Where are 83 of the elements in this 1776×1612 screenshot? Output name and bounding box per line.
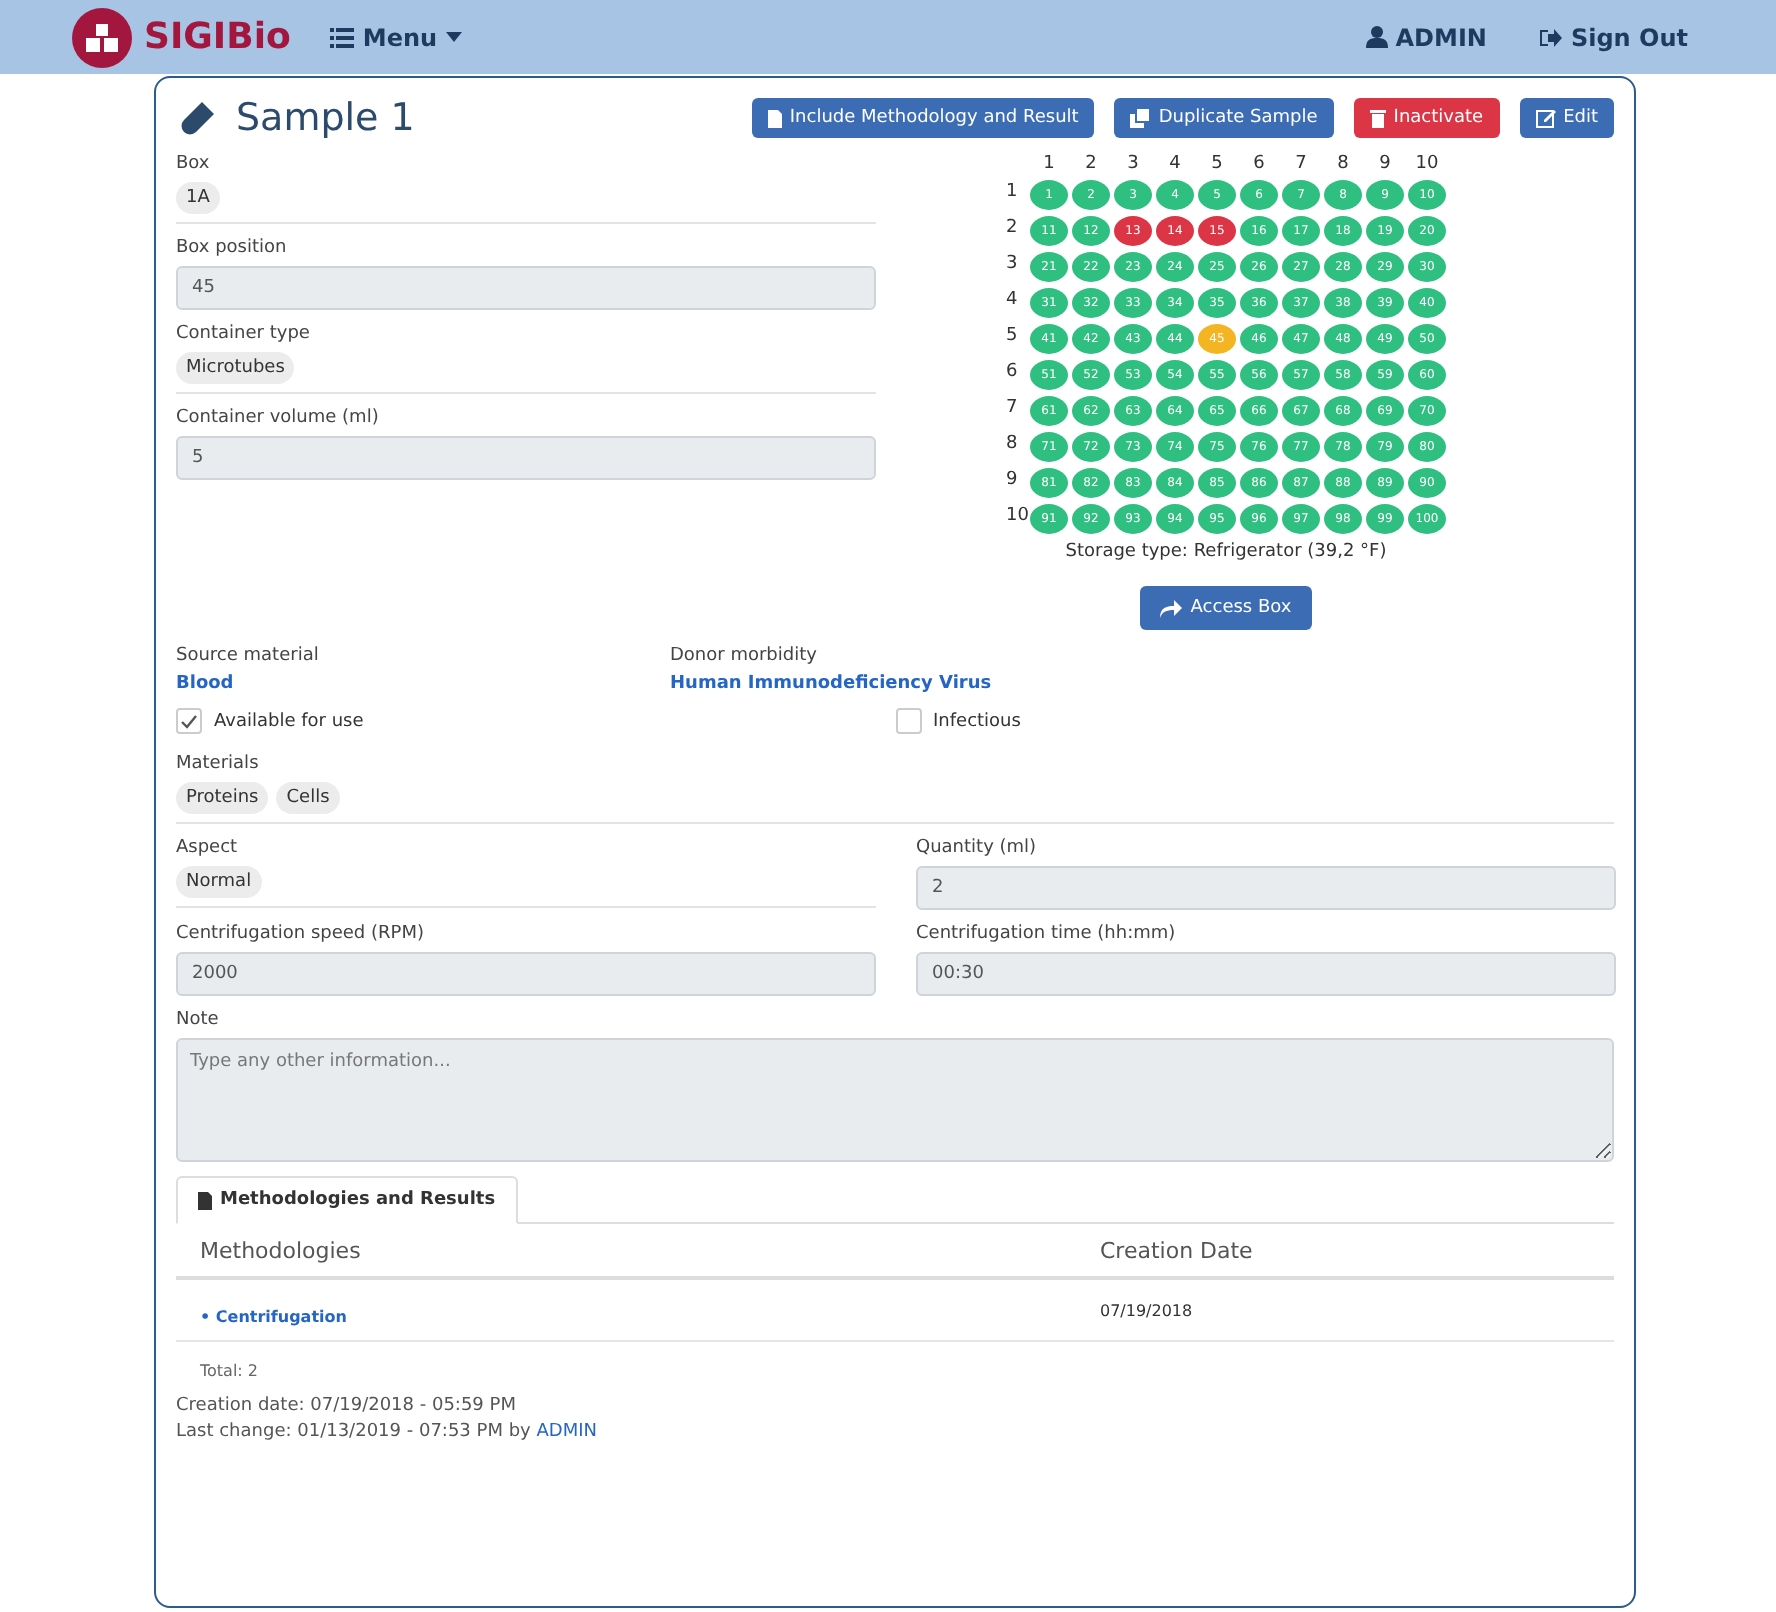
field-label: Centrifugation time (hh:mm): [916, 924, 1178, 944]
field-label: Source material: [176, 646, 321, 666]
row-number: 10: [1006, 504, 1026, 530]
column-number: 3: [1125, 154, 1141, 174]
access-box-button[interactable]: Access Box: [1140, 586, 1312, 630]
column-number: 8: [1335, 154, 1351, 174]
column-number: 10: [1413, 154, 1441, 174]
action-button[interactable]: Include Methodology and Result: [751, 98, 1095, 138]
action-button[interactable]: Duplicate Sample: [1114, 98, 1334, 138]
document-icon: [198, 1191, 212, 1209]
row-number: 8: [1006, 432, 1020, 458]
field-label: Note: [176, 1010, 221, 1030]
field-label: Centrifugation speed (RPM): [176, 924, 426, 944]
field-label: Box: [176, 154, 212, 174]
field-label: Quantity (ml): [916, 838, 1039, 858]
row-number: 2: [1006, 216, 1020, 242]
row-number: 9: [1006, 468, 1020, 494]
user-menu[interactable]: ADMIN: [1357, 19, 1495, 55]
share-arrow-icon: [1160, 599, 1183, 617]
row-number: 7: [1006, 396, 1020, 422]
checkbox-label: Infectious: [933, 711, 1021, 731]
readonly-field[interactable]: 2: [916, 866, 1616, 910]
methodology-link[interactable]: • Centrifugation: [200, 1307, 347, 1325]
action-button[interactable]: Inactivate: [1353, 98, 1500, 138]
test-tube-icon: [176, 100, 216, 136]
check-icon: [180, 713, 198, 729]
last-change: Last change: 01/13/2019 - 07:53 PM by: [176, 1422, 531, 1442]
field-label: Materials: [176, 754, 261, 774]
note-field[interactable]: Type any other information...: [176, 1038, 1614, 1162]
row-number: 1: [1006, 180, 1020, 206]
creation-date: Creation date: 07/19/2018 - 05:59 PM: [176, 1396, 518, 1416]
field-label: Aspect: [176, 838, 240, 858]
field-value: 1A: [176, 182, 220, 214]
readonly-field[interactable]: 2000: [176, 952, 876, 996]
action-button[interactable]: Edit: [1519, 98, 1614, 138]
column-header: Creation Date: [1100, 1237, 1253, 1263]
field-value: Microtubes: [176, 352, 295, 384]
user-link[interactable]: ADMIN: [536, 1422, 597, 1442]
copy-icon: [1130, 108, 1151, 128]
brand-name[interactable]: SIGIBio: [144, 16, 291, 58]
tab[interactable]: Methodologies and Results: [176, 1176, 518, 1224]
edit-icon: [1535, 108, 1556, 128]
column-number: 4: [1167, 154, 1183, 174]
column-number: 7: [1293, 154, 1309, 174]
readonly-field[interactable]: 00:30: [916, 952, 1616, 996]
sign-out-button[interactable]: Sign Out: [1530, 19, 1696, 55]
field-label: Box position: [176, 238, 289, 258]
row-number: 3: [1006, 252, 1020, 278]
material-tag: Cells: [276, 782, 340, 814]
column-number: 5: [1209, 154, 1225, 174]
checkbox-label: Available for use: [214, 711, 364, 731]
blocks-icon: [86, 23, 118, 51]
column-header: Methodologies: [200, 1237, 363, 1263]
page-title: Sample 1: [236, 96, 415, 140]
menu-button[interactable]: Menu: [322, 19, 470, 55]
row-number: 6: [1006, 360, 1020, 386]
sign-out-icon: [1538, 27, 1563, 47]
checkbox[interactable]: [176, 708, 202, 734]
field-label: Container type: [176, 324, 312, 344]
morbidity-link[interactable]: Human Immunodeficiency Virus: [670, 674, 1164, 694]
field-label: Container volume (ml): [176, 408, 381, 428]
readonly-field[interactable]: 45: [176, 266, 876, 310]
trash-icon: [1369, 108, 1386, 128]
checkbox[interactable]: [895, 708, 921, 734]
readonly-field[interactable]: 5: [176, 436, 876, 480]
field-label: Donor morbidity: [670, 646, 819, 666]
row-number: 5: [1006, 324, 1020, 350]
logo-icon[interactable]: [72, 7, 132, 67]
list-icon: [330, 27, 355, 47]
table-cell: 07/19/2018: [1100, 1301, 1193, 1319]
source-link[interactable]: Blood: [176, 674, 670, 694]
row-number: 4: [1006, 288, 1020, 314]
document-icon: [767, 109, 782, 127]
column-number: 2: [1083, 154, 1099, 174]
storage-type: Storage type: Refrigerator (39,2 °F): [1065, 542, 1387, 562]
field-value: Normal: [176, 866, 262, 898]
caret-icon: [445, 32, 462, 42]
column-number: 9: [1377, 154, 1393, 174]
total-count: Total: 2: [198, 1360, 261, 1384]
column-number: 1: [1041, 154, 1057, 174]
user-icon: [1365, 26, 1388, 48]
column-number: 6: [1251, 154, 1267, 174]
material-tag: Proteins: [176, 782, 269, 814]
